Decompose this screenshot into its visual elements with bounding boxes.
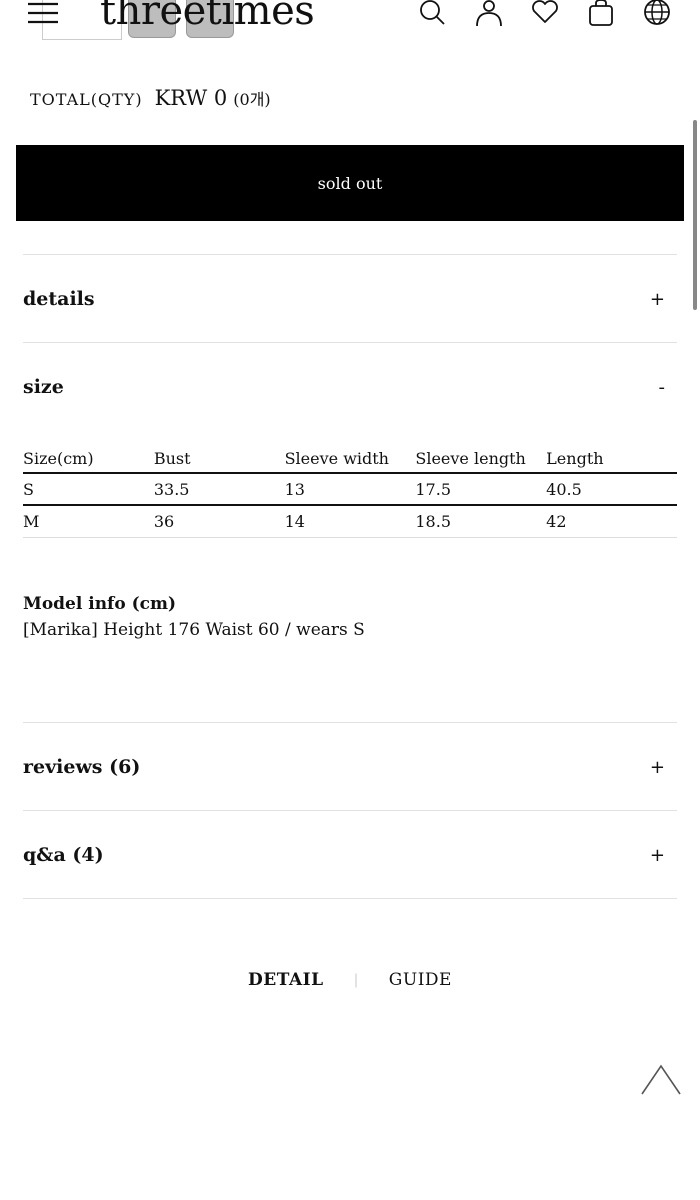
search-icon[interactable] bbox=[416, 0, 450, 30]
expand-icon[interactable]: + bbox=[650, 845, 665, 866]
accordion-qa[interactable]: q&a (4) + bbox=[23, 810, 677, 899]
logo[interactable]: threetimes bbox=[100, 0, 315, 34]
table-cell: 40.5 bbox=[546, 479, 582, 499]
accordion-reviews-header[interactable]: reviews (6) + bbox=[23, 723, 677, 811]
tab-detail[interactable]: DETAIL bbox=[248, 970, 324, 990]
accordion-details-title: details bbox=[23, 288, 95, 310]
total-price: KRW 0 bbox=[154, 86, 228, 110]
detail-tabs: DETAIL | GUIDE bbox=[0, 970, 700, 990]
accordion-size[interactable]: size - bbox=[23, 342, 677, 431]
accordion-reviews-title: reviews (6) bbox=[23, 756, 141, 778]
header-icons bbox=[416, 0, 674, 30]
table-header: Sleeve width bbox=[284, 449, 389, 468]
scrollbar[interactable] bbox=[693, 120, 697, 310]
table-row: S 33.5 13 17.5 40.5 bbox=[23, 473, 677, 505]
user-icon[interactable] bbox=[472, 0, 506, 30]
accordion-size-title: size bbox=[23, 376, 64, 398]
total-label: TOTAL(QTY) bbox=[30, 90, 143, 109]
size-table: Size(cm) Bust Sleeve width Sleeve length… bbox=[23, 445, 677, 538]
expand-icon[interactable]: + bbox=[650, 289, 665, 310]
table-cell: 13 bbox=[284, 479, 305, 499]
table-cell: 14 bbox=[284, 511, 305, 531]
table-cell: 36 bbox=[153, 511, 175, 531]
accordion-reviews[interactable]: reviews (6) + bbox=[23, 722, 677, 811]
total-quantity: (0개) bbox=[233, 90, 271, 109]
accordion-details[interactable]: details + bbox=[23, 254, 677, 343]
accordion-qa-header[interactable]: q&a (4) + bbox=[23, 811, 677, 899]
total-row: TOTAL(QTY) KRW 0 (0개) bbox=[30, 86, 271, 110]
heart-icon[interactable] bbox=[528, 0, 562, 30]
accordion-size-header[interactable]: size - bbox=[23, 343, 677, 431]
table-header-row: Size(cm) Bust Sleeve width Sleeve length… bbox=[23, 445, 677, 473]
header: threetimes bbox=[0, 0, 700, 45]
table-cell: 17.5 bbox=[415, 479, 451, 499]
model-info-title: Model info (cm) bbox=[23, 594, 177, 614]
table-header: Sleeve length bbox=[415, 449, 526, 468]
table-header: Bust bbox=[153, 449, 191, 468]
expand-icon[interactable]: + bbox=[650, 757, 665, 778]
table-row: M 36 14 18.5 42 bbox=[23, 505, 677, 537]
accordion-details-header[interactable]: details + bbox=[23, 255, 677, 343]
table-cell: 18.5 bbox=[415, 511, 451, 531]
table-header: Length bbox=[546, 449, 604, 468]
tab-separator: | bbox=[353, 972, 359, 988]
model-info-text: [Marika] Height 176 Waist 60 / wears S bbox=[23, 620, 365, 640]
collapse-icon[interactable]: - bbox=[659, 377, 666, 398]
table-cell: M bbox=[23, 511, 40, 531]
model-info: Model info (cm) [Marika] Height 176 Wais… bbox=[23, 594, 365, 640]
table-cell: S bbox=[23, 479, 34, 499]
scroll-to-top-icon[interactable] bbox=[640, 1064, 682, 1096]
table-cell: 33.5 bbox=[153, 479, 190, 499]
globe-icon[interactable] bbox=[640, 0, 674, 30]
menu-icon[interactable] bbox=[28, 2, 68, 26]
accordion-qa-title: q&a (4) bbox=[23, 844, 104, 866]
table-cell: 42 bbox=[546, 511, 567, 531]
tab-guide[interactable]: GUIDE bbox=[389, 970, 452, 990]
divider bbox=[23, 898, 677, 899]
table-header: Size(cm) bbox=[23, 449, 94, 468]
sold-out-button[interactable]: sold out bbox=[16, 145, 684, 221]
bag-icon[interactable] bbox=[584, 0, 618, 30]
